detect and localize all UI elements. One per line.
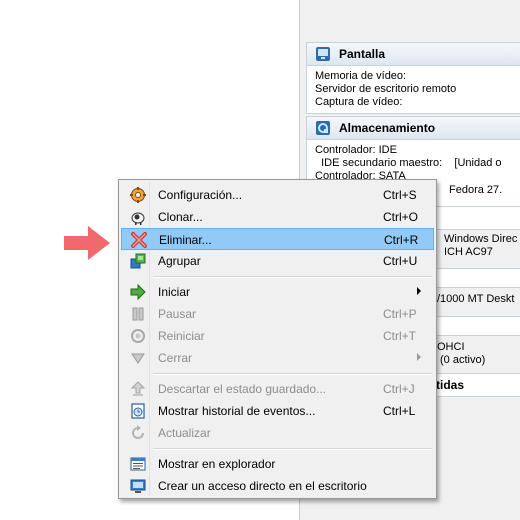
storage-detail-line: IDE secundario maestro: [Unidad o <box>315 157 502 169</box>
usb-section-header[interactable] <box>436 316 520 336</box>
menu-item-pausar[interactable]: Pausar Ctrl+P <box>121 303 434 325</box>
menu-item-label: Agrupar <box>158 254 201 268</box>
clone-sheep-icon <box>131 212 145 225</box>
menu-item-shortcut: Ctrl+S <box>383 188 417 202</box>
menu-item-label: Cerrar <box>158 351 193 365</box>
menu-item-shortcut: Ctrl+J <box>383 382 415 396</box>
storage-disk-fragment: Fedora 27. <box>449 184 503 196</box>
explorer-icon <box>130 457 146 471</box>
storage-detail-line: Controlador: IDE <box>315 144 397 156</box>
menu-item-label: Pausar <box>158 307 197 321</box>
settings-gear-icon <box>130 187 146 203</box>
menu-item-agrupar[interactable]: Agrupar Ctrl+U <box>121 250 434 272</box>
menu-item-explorador[interactable]: Mostrar en explorador <box>121 453 434 475</box>
menu-item-shortcut: Ctrl+L <box>383 404 416 418</box>
menu-item-label: Crear un acceso directo en el escritorio <box>158 479 367 493</box>
network-section-header[interactable] <box>436 268 520 288</box>
menu-item-shortcut: Ctrl+T <box>383 329 416 343</box>
usb-detail-line: (0 activo) <box>440 354 486 366</box>
menu-item-shortcut: Ctrl+O <box>383 210 419 224</box>
menu-item-historial[interactable]: Mostrar historial de eventos... Ctrl+L <box>121 400 434 422</box>
audio-detail-line: Windows Direc <box>444 233 518 245</box>
event-log-icon <box>131 403 145 419</box>
menu-item-label: Configuración... <box>158 188 243 202</box>
monitor-icon <box>316 47 330 61</box>
shared-section-title: tidas <box>436 378 465 392</box>
delete-x-icon <box>131 232 147 248</box>
close-triangle-icon <box>131 353 145 364</box>
menu-item-actualizar[interactable]: Actualizar <box>121 422 434 444</box>
menu-item-label: Mostrar historial de eventos... <box>158 404 316 418</box>
menu-item-eliminar[interactable]: Eliminar... Ctrl+R <box>121 228 434 250</box>
menu-item-shortcut: Ctrl+P <box>383 307 417 321</box>
group-icon <box>130 253 146 269</box>
audio-section-header[interactable] <box>436 206 520 230</box>
refresh-icon <box>132 425 144 439</box>
menu-item-shortcut: Ctrl+R <box>384 233 419 247</box>
display-section-header[interactable]: Pantalla <box>307 43 520 66</box>
menu-item-label: Iniciar <box>158 285 191 299</box>
storage-section-title: Almacenamiento <box>339 121 436 135</box>
menu-item-configuracion[interactable]: Configuración... Ctrl+S <box>121 184 434 206</box>
menu-item-shortcut: Ctrl+U <box>383 254 418 268</box>
display-section: Pantalla Memoria de vídeo: Servidor de e… <box>306 42 520 114</box>
storage-icon <box>316 121 330 135</box>
start-arrow-icon <box>130 284 146 300</box>
menu-item-label: Mostrar en explorador <box>158 457 276 471</box>
menu-item-acceso-directo[interactable]: Crear un acceso directo en el escritorio <box>121 475 434 497</box>
menu-item-descartar[interactable]: Descartar el estado guardado... Ctrl+J <box>121 378 434 400</box>
menu-item-label: Actualizar <box>158 426 211 440</box>
menu-item-label: Reiniciar <box>158 329 205 343</box>
display-detail-line: Captura de vídeo: <box>315 96 403 108</box>
menu-item-label: Eliminar... <box>159 233 212 247</box>
menu-item-cerrar[interactable]: Cerrar <box>121 347 434 369</box>
shortcut-icon <box>130 479 146 493</box>
pointer-arrow-icon <box>64 226 110 260</box>
display-section-title: Pantalla <box>339 47 386 61</box>
menu-separator <box>153 276 432 278</box>
shared-section-header[interactable]: tidas <box>436 373 520 397</box>
submenu-arrow-icon <box>417 287 421 295</box>
audio-detail-line: ICH AC97 <box>444 246 493 258</box>
pause-icon <box>132 307 144 321</box>
usb-detail-line: OHCI <box>437 341 465 353</box>
storage-section-header[interactable]: Almacenamiento <box>307 117 520 140</box>
menu-separator <box>153 448 432 450</box>
menu-item-label: Descartar el estado guardado... <box>158 382 327 396</box>
discard-state-icon <box>130 381 146 396</box>
display-detail-line: Memoria de vídeo: <box>315 70 407 82</box>
menu-item-reiniciar[interactable]: Reiniciar Ctrl+T <box>121 325 434 347</box>
reset-icon <box>131 329 145 343</box>
menu-item-iniciar[interactable]: Iniciar <box>121 281 434 303</box>
network-detail-line: /1000 MT Deskt <box>437 293 515 305</box>
menu-item-label: Clonar... <box>158 210 203 224</box>
menu-separator <box>153 373 432 375</box>
context-menu: Configuración... Ctrl+S Clonar... Ctrl+O… <box>118 179 437 499</box>
display-detail-line: Servidor de escritorio remoto <box>315 83 457 95</box>
menu-item-clonar[interactable]: Clonar... Ctrl+O <box>121 206 434 228</box>
submenu-arrow-icon <box>417 353 421 361</box>
